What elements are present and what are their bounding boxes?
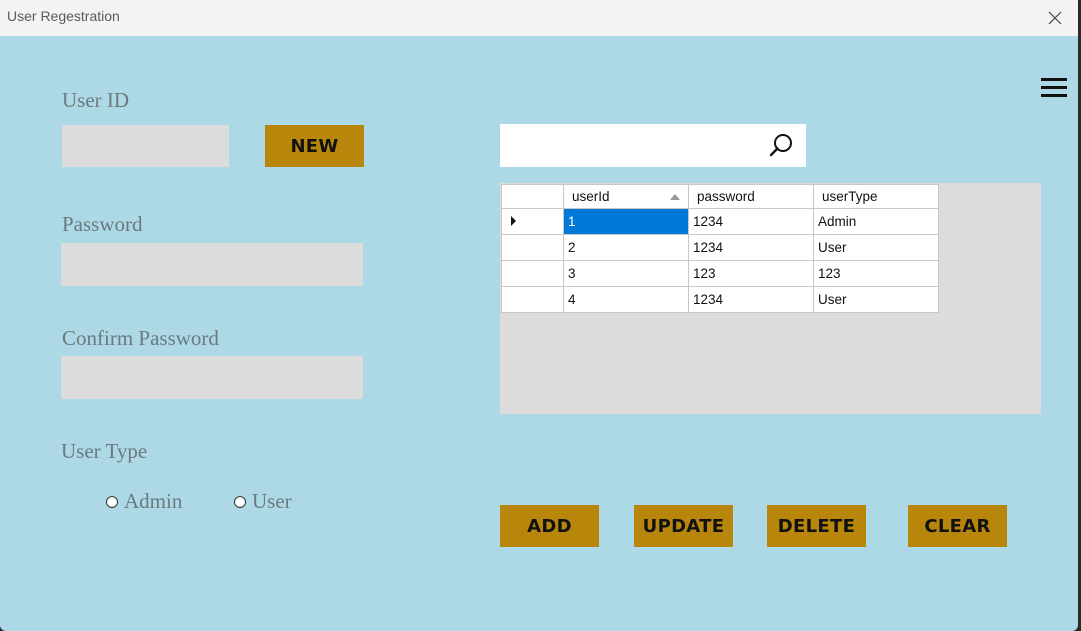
cell-usertype[interactable]: Admin [813,208,939,235]
row-header[interactable] [501,234,564,261]
confirm-password-field[interactable] [61,356,363,399]
radio-admin[interactable]: Admin [106,489,182,514]
column-header-label: userId [572,189,610,204]
user-id-label: User ID [62,88,130,112]
password-field[interactable] [61,243,363,286]
hamburger-menu-icon [1041,78,1067,81]
radio-user-label: User [252,489,292,513]
radio-user[interactable]: User [234,489,292,514]
update-button[interactable]: UPDATE [634,505,733,547]
column-header-label: password [697,189,755,204]
clear-button[interactable]: CLEAR [908,505,1007,547]
user-id-field[interactable] [62,125,229,167]
grid-header-row: userId password userType [501,184,939,209]
column-header-usertype[interactable]: userType [813,184,939,209]
table-row[interactable]: 1 1234 Admin [501,208,939,235]
row-header[interactable] [501,286,564,313]
row-header[interactable] [501,208,564,235]
cell-userid[interactable]: 4 [563,286,689,313]
radio-circle-icon [106,495,118,508]
row-header[interactable] [501,260,564,287]
cell-userid[interactable]: 2 [563,234,689,261]
menu-button[interactable] [1041,78,1067,98]
user-type-label: User Type [61,439,148,463]
close-icon [1048,11,1062,25]
table-row[interactable]: 3 123 123 [501,260,939,287]
radio-admin-label: Admin [124,489,183,513]
cell-usertype[interactable]: 123 [813,260,939,287]
cell-userid[interactable]: 1 [563,208,689,235]
table-row[interactable]: 2 1234 User [501,234,939,261]
table-row[interactable]: 4 1234 User [501,286,939,313]
row-indicator-icon [511,216,516,226]
window-title: User Regestration [7,8,120,24]
search-input[interactable] [500,124,760,167]
password-label: Password [62,212,143,236]
cell-password[interactable]: 1234 [688,208,814,235]
cell-password[interactable]: 123 [688,260,814,287]
column-header-password[interactable]: password [688,184,814,209]
column-header-userid[interactable]: userId [563,184,689,209]
cell-password[interactable]: 1234 [688,286,814,313]
row-header-corner [501,184,564,209]
column-header-label: userType [822,189,878,204]
delete-button[interactable]: DELETE [767,505,866,547]
cell-password[interactable]: 1234 [688,234,814,261]
cell-userid[interactable]: 3 [563,260,689,287]
users-data-grid[interactable]: userId password userType 1 1234 Admin 2 … [501,184,939,313]
cell-usertype[interactable]: User [813,234,939,261]
search-icon [769,134,792,157]
search-box [500,124,806,167]
close-button[interactable] [1032,0,1078,36]
user-registration-window: User Regestration User ID NEW Password C… [0,0,1078,631]
add-button[interactable]: ADD [500,505,599,547]
sort-ascending-icon [670,194,680,200]
confirm-password-label: Confirm Password [62,326,219,350]
title-bar: User Regestration [0,0,1078,36]
new-button[interactable]: NEW [265,125,364,167]
radio-circle-icon [234,495,246,508]
search-button[interactable] [766,131,796,161]
cell-usertype[interactable]: User [813,286,939,313]
